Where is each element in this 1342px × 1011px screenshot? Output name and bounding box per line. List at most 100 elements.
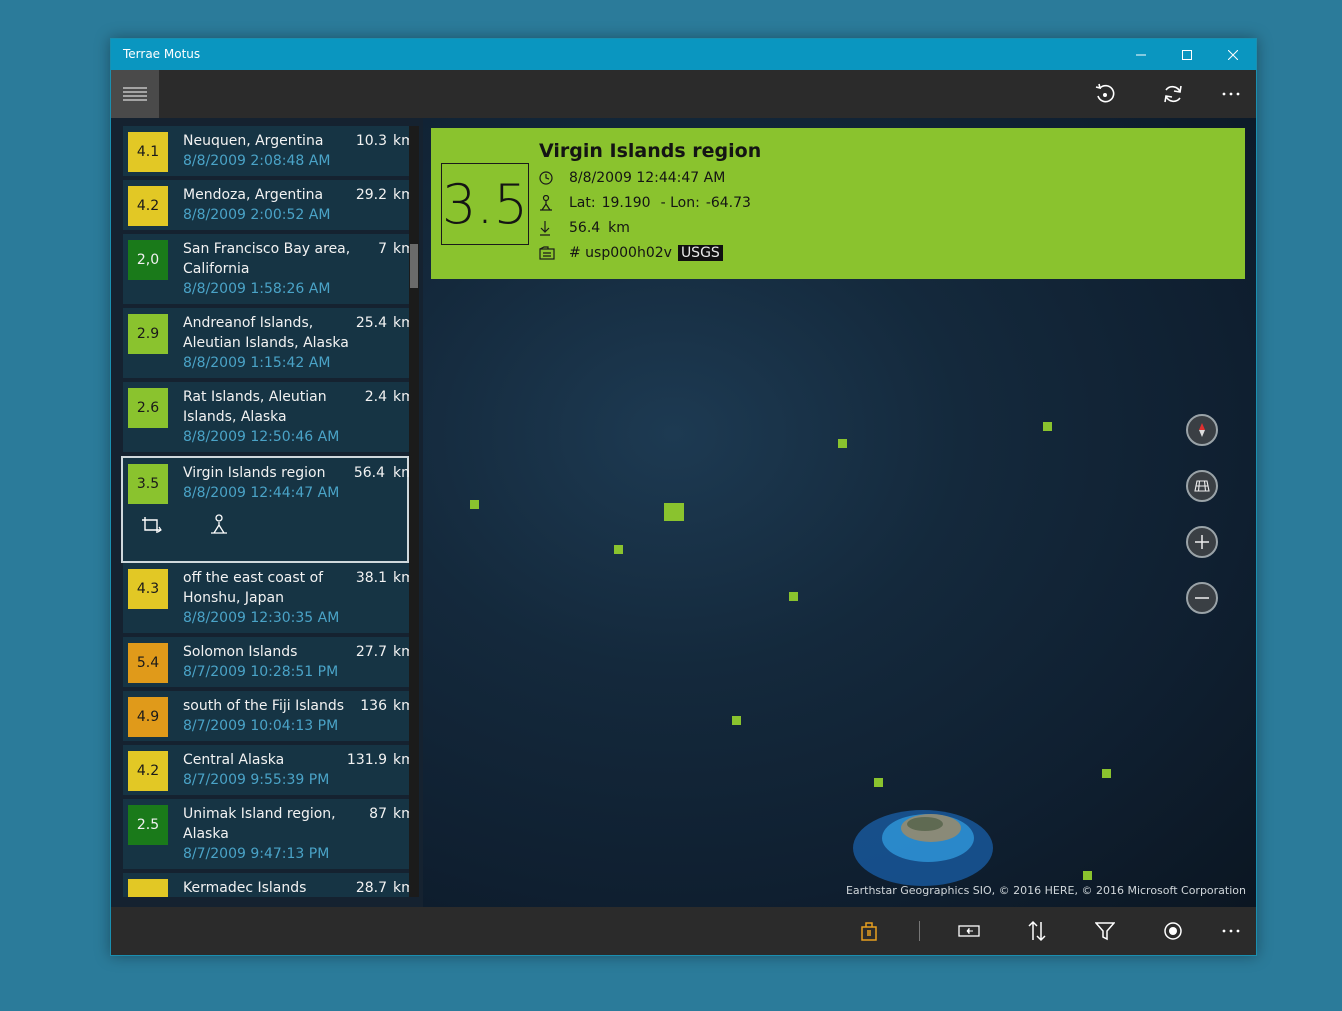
window-title: Terrae Motus xyxy=(123,47,201,61)
depth-unit: km xyxy=(393,133,409,149)
map-quake-marker[interactable] xyxy=(614,545,623,554)
quake-place: Neuquen, Argentina xyxy=(183,133,324,149)
quake-place: San Francisco Bay area, California xyxy=(183,241,351,277)
depth-unit: km xyxy=(393,241,409,257)
sort-button[interactable] xyxy=(1013,907,1061,955)
list-item[interactable]: 2.6 Rat Islands, Aleutian Islands, Alaska… xyxy=(123,382,409,452)
bag-button[interactable] xyxy=(845,907,893,955)
list-item[interactable]: 4.2 Mendoza, Argentina 8/8/2009 2:00:52 AM… xyxy=(123,180,409,230)
top-command-bar xyxy=(111,70,1256,118)
depth-unit: km xyxy=(393,880,409,896)
map-quake-marker[interactable] xyxy=(1102,769,1111,778)
scrollbar-thumb[interactable] xyxy=(410,244,418,288)
hamburger-menu-button[interactable] xyxy=(111,70,159,118)
list-item[interactable]: 2,0 San Francisco Bay area, California 8/8… xyxy=(123,234,409,304)
maximize-button[interactable] xyxy=(1164,39,1210,70)
filter-button[interactable] xyxy=(1081,907,1129,955)
quake-place: Central Alaska xyxy=(183,752,285,768)
bag-icon xyxy=(861,922,877,941)
top-more-button[interactable] xyxy=(1207,70,1255,118)
quake-depth: 28.7 xyxy=(355,880,387,896)
map-view[interactable]: 3.5 Virgin Islands region 8/8/2009 12:44… xyxy=(423,118,1256,907)
list-item[interactable]: 2.9 Andreanof Islands, Aleutian Islands, … xyxy=(123,308,409,378)
map-quake-marker[interactable] xyxy=(732,716,741,725)
detail-depth: 56.4 xyxy=(569,220,601,236)
detail-magnitude: 3.5 xyxy=(441,163,529,245)
zoom-out-button[interactable] xyxy=(1186,582,1218,614)
quake-time: 8/8/2009 12:50:46 AM xyxy=(183,429,340,445)
map-quake-marker[interactable] xyxy=(789,592,798,601)
bottom-command-bar xyxy=(111,907,1256,955)
compass-button[interactable] xyxy=(1186,414,1218,446)
depth-unit: km xyxy=(393,806,409,822)
bottom-more-button[interactable] xyxy=(1207,907,1255,955)
magnitude-badge: 4.3 xyxy=(128,569,168,609)
clock-icon xyxy=(539,171,569,185)
list-item[interactable]: 4.9 south of the Fiji Islands 8/7/2009 10:… xyxy=(123,691,409,741)
quake-place: Unimak Island region, Alaska xyxy=(183,806,336,842)
panel-icon xyxy=(958,925,980,937)
list-item[interactable]: 4.3 off the east coast of Honshu, Japan 8/… xyxy=(123,563,409,633)
depth-unit: km xyxy=(393,698,409,714)
source-badge[interactable]: USGS xyxy=(677,245,723,261)
depth-unit: km xyxy=(393,752,409,768)
record-button[interactable] xyxy=(1149,907,1197,955)
list-item[interactable]: 4.2 Central Alaska 8/7/2009 9:55:39 PM 131.… xyxy=(123,745,409,795)
minimize-button[interactable] xyxy=(1118,39,1164,70)
magnitude-badge: 2.9 xyxy=(128,314,168,354)
quake-depth: 25.4 xyxy=(355,315,387,331)
magnitude-badge: 2.6 xyxy=(128,388,168,428)
history-button[interactable] xyxy=(1081,70,1129,118)
zoom-in-button[interactable] xyxy=(1186,526,1218,558)
quake-depth: 2.4 xyxy=(364,389,387,405)
title-bar: Terrae Motus xyxy=(111,39,1256,70)
map-quake-marker[interactable] xyxy=(838,439,847,448)
quake-time: 8/7/2009 9:47:13 PM xyxy=(183,846,330,862)
quake-place: Mendoza, Argentina xyxy=(183,187,324,203)
hamburger-icon xyxy=(123,87,147,101)
lat-value: 19.190 xyxy=(601,195,651,211)
quake-place: Rat Islands, Aleutian Islands, Alaska xyxy=(183,389,327,425)
location-icon xyxy=(539,195,569,211)
list-scrollbar[interactable] xyxy=(409,126,419,897)
lat-label: Lat: xyxy=(569,195,596,211)
quake-time: 8/7/2009 10:04:13 PM xyxy=(183,718,339,734)
magnitude-badge: 3.5 xyxy=(128,464,168,504)
quake-time: 8/8/2009 12:44:47 AM xyxy=(183,485,340,501)
minus-icon xyxy=(1195,597,1209,599)
quake-depth: 56.4 xyxy=(353,465,385,481)
compass-icon xyxy=(1199,423,1205,437)
earthquake-list[interactable]: 4.1 Neuquen, Argentina 8/8/2009 2:08:48 AM… xyxy=(121,126,409,897)
quake-time: 8/8/2009 1:15:42 AM xyxy=(183,355,331,371)
magnitude-badge: 4.9 xyxy=(128,697,168,737)
maximize-icon xyxy=(1182,49,1192,60)
refresh-button[interactable] xyxy=(1149,70,1197,118)
map-style-button[interactable] xyxy=(1186,470,1218,502)
list-item[interactable]: 5.4 Solomon Islands 8/7/2009 10:28:51 PM 27… xyxy=(123,637,409,687)
map-quake-marker[interactable] xyxy=(1083,871,1092,880)
quake-time: 8/8/2009 1:58:26 AM xyxy=(183,281,331,297)
depth-unit: km xyxy=(393,644,409,660)
list-item[interactable]: Kermadec Islands 28.7 km xyxy=(123,873,409,897)
main-content: 4.1 Neuquen, Argentina 8/8/2009 2:08:48 AM… xyxy=(111,118,1256,907)
record-icon xyxy=(1164,922,1182,940)
map-quake-marker[interactable] xyxy=(1043,422,1052,431)
quake-depth: 136 xyxy=(360,698,387,714)
map-quake-marker[interactable] xyxy=(470,500,479,509)
lon-value: -64.73 xyxy=(705,195,751,211)
panel-toggle-button[interactable] xyxy=(945,907,993,955)
list-item[interactable]: 2.5 Unimak Island region, Alaska 8/7/2009 … xyxy=(123,799,409,869)
list-item[interactable]: 4.1 Neuquen, Argentina 8/8/2009 2:08:48 AM… xyxy=(123,126,409,176)
list-item-selected[interactable]: 3.5 Virgin Islands region 8/8/2009 12:44:4… xyxy=(121,456,409,563)
quake-depth: 7 xyxy=(378,241,387,257)
close-button[interactable] xyxy=(1210,39,1256,70)
detail-id-row: # usp000h02v USGS xyxy=(539,245,723,261)
quake-depth: 29.2 xyxy=(355,187,387,203)
magnitude-badge: 4.2 xyxy=(128,186,168,226)
depth-arrow-icon xyxy=(539,220,569,236)
location-person-icon[interactable] xyxy=(209,514,229,538)
map-quake-marker-selected[interactable] xyxy=(664,503,684,521)
depth-unit: km xyxy=(393,570,409,586)
map-quake-marker[interactable] xyxy=(874,778,883,787)
crop-icon[interactable] xyxy=(141,516,163,538)
